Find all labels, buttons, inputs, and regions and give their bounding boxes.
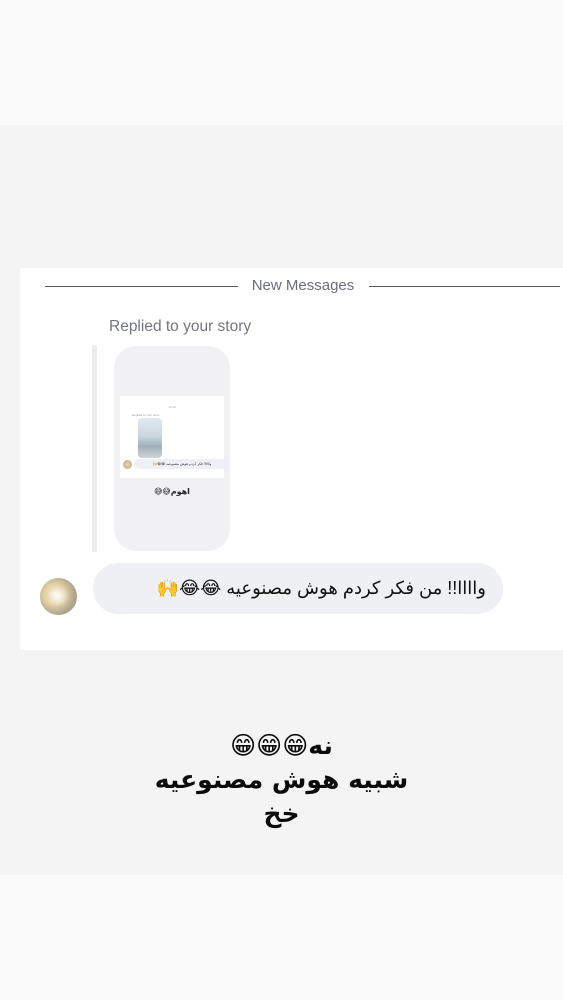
message-text: واااا!! من فکر کردم هوش مصنوعیه 😂😂🙌 (156, 578, 486, 598)
thumbnail-time: 12:44 (168, 405, 176, 409)
caption-line-2: شبیه هوش مصنوعیه (154, 765, 409, 794)
message-bubble[interactable]: واااا!! من فکر کردم هوش مصنوعیه 😂😂🙌 (93, 563, 503, 614)
new-messages-divider: New Messages (251, 277, 355, 294)
sender-avatar[interactable] (40, 578, 77, 615)
thumbnail-story-photo (138, 418, 162, 458)
thumbnail-reply-text: اهوم😅😅 (154, 487, 190, 496)
thumbnail-avatar (123, 460, 132, 469)
divider-line-left (45, 286, 238, 287)
top-background (0, 0, 563, 125)
replied-to-story-label: Replied to your story (109, 318, 252, 335)
divider-line-right (369, 286, 560, 287)
caption-line-1: نه😁😁😁 (230, 731, 333, 760)
reply-quote-bar (92, 345, 97, 552)
bottom-background (0, 875, 563, 1000)
thumbnail-message-bubble: واااا!! فکر کردم هوش مصنوعیه 😂😂🙌 (134, 459, 230, 469)
thumbnail-replied-label: Replied to your story (132, 413, 160, 417)
caption-line-3: خخ (263, 799, 300, 828)
thumbnail-card: 12:44 Replied to your story واااا!! فکر … (120, 396, 230, 478)
story-thumbnail[interactable]: New Messages 12:44 Replied to your story… (114, 346, 230, 551)
